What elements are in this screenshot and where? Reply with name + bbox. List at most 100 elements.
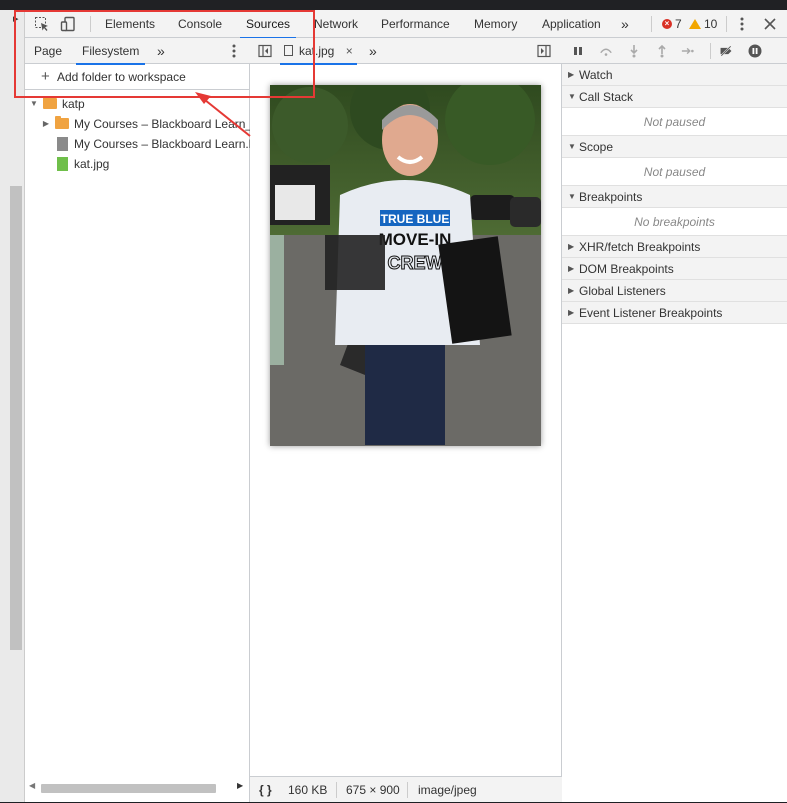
section-xhr-breakpoints[interactable]: ▶ XHR/fetch Breakpoints — [562, 236, 787, 258]
tab-console[interactable]: Console — [178, 10, 222, 38]
pause-on-exceptions-icon[interactable] — [748, 44, 762, 58]
status-separator — [407, 782, 408, 798]
tab-network[interactable]: Network — [314, 10, 358, 38]
navigator-horizontal-scrollbar[interactable]: ◀ ▶ — [25, 778, 250, 798]
tree-item-label: kat.jpg — [74, 157, 110, 171]
expanded-arrow-icon: ▼ — [568, 142, 576, 151]
expanded-arrow-icon: ▼ — [568, 92, 576, 101]
section-title: Watch — [579, 68, 613, 82]
section-global-listeners[interactable]: ▶ Global Listeners — [562, 280, 787, 302]
tab-page[interactable]: Page — [34, 38, 62, 64]
add-folder-label: Add folder to workspace — [57, 70, 186, 84]
toolbar-separator — [726, 16, 727, 32]
page-scrollbar[interactable] — [10, 186, 22, 650]
editor-tab-label: kat.jpg — [299, 44, 335, 58]
folder-icon — [43, 96, 57, 109]
add-folder-button[interactable]: + Add folder to workspace — [25, 64, 250, 90]
warning-icon — [689, 19, 701, 29]
editor-tabs: kat.jpg × » — [250, 38, 562, 65]
cursor-mark: ▸ — [13, 13, 19, 25]
more-tabs-chevron-icon[interactable]: » — [621, 10, 629, 38]
kebab-menu-icon[interactable] — [733, 15, 751, 33]
more-editor-tabs-chevron-icon[interactable]: » — [369, 38, 377, 64]
deactivate-breakpoints-icon[interactable] — [719, 44, 733, 58]
section-call-stack[interactable]: ▼ Call Stack — [562, 86, 787, 108]
status-separator — [336, 782, 337, 798]
tab-performance[interactable]: Performance — [381, 10, 450, 38]
step-into-icon — [627, 44, 641, 58]
shirt-text-line1: TRUE BLUE — [381, 212, 450, 226]
breakpoints-empty: No breakpoints — [562, 208, 787, 236]
image-size: 160 KB — [288, 783, 328, 797]
section-event-listener-breakpoints[interactable]: ▶ Event Listener Breakpoints — [562, 302, 787, 324]
error-counter[interactable]: × 7 — [662, 17, 682, 31]
folder-icon — [55, 116, 69, 129]
step-over-icon — [599, 44, 613, 58]
collapsed-arrow-icon: ▶ — [568, 286, 575, 295]
section-title: Scope — [579, 140, 614, 154]
file-icon — [57, 137, 68, 151]
warning-counter[interactable]: 10 — [689, 17, 717, 31]
navigator-tabs: Page Filesystem » — [25, 38, 250, 65]
error-count: 7 — [675, 17, 682, 31]
section-scope[interactable]: ▼ Scope — [562, 136, 787, 158]
section-title: DOM Breakpoints — [579, 262, 674, 276]
call-stack-empty: Not paused — [562, 108, 787, 136]
inspect-element-icon[interactable] — [33, 15, 51, 33]
section-title: Global Listeners — [579, 284, 666, 298]
main-toolbar: Elements Console Sources Network Perform… — [25, 10, 787, 39]
toolbar-separator — [90, 16, 91, 32]
tab-elements[interactable]: Elements — [105, 10, 155, 38]
tab-filesystem[interactable]: Filesystem — [75, 38, 146, 65]
section-watch[interactable]: ▶ Watch — [562, 64, 787, 86]
step-icon — [681, 44, 695, 58]
collapsed-arrow-icon[interactable]: ▶ — [41, 114, 51, 134]
file-icon — [284, 45, 293, 56]
tab-sources[interactable]: Sources — [239, 10, 297, 39]
collapsed-arrow-icon: ▶ — [568, 264, 575, 273]
section-breakpoints[interactable]: ▼ Breakpoints — [562, 186, 787, 208]
image-file-icon — [57, 157, 68, 171]
debugger-toolbar — [562, 38, 787, 64]
section-title: Event Listener Breakpoints — [579, 306, 723, 320]
tree-item-katp[interactable]: ▼ katp — [25, 94, 250, 114]
plus-icon: + — [41, 68, 50, 85]
close-tab-icon[interactable]: × — [346, 44, 353, 58]
tab-memory[interactable]: Memory — [474, 10, 517, 38]
error-icon: × — [662, 19, 672, 29]
more-navigator-chevron-icon[interactable]: » — [157, 38, 165, 64]
shirt-text-line3: CREW — [388, 253, 443, 273]
expanded-arrow-icon[interactable]: ▼ — [29, 94, 39, 114]
device-toolbar-icon[interactable] — [59, 15, 77, 33]
window-top-strip — [0, 0, 787, 10]
image-dimensions: 675 × 900 — [346, 783, 400, 797]
section-dom-breakpoints[interactable]: ▶ DOM Breakpoints — [562, 258, 787, 280]
scrollbar-thumb[interactable] — [41, 784, 216, 793]
pause-icon[interactable] — [571, 44, 585, 58]
tree-item-kat-jpg[interactable]: kat.jpg — [25, 154, 250, 174]
pretty-print-icon[interactable]: { } — [259, 777, 272, 803]
tree-item-blackboard-files[interactable]: ▶ My Courses – Blackboard Learn_files — [25, 114, 250, 134]
debugger-separator — [710, 43, 711, 59]
scroll-left-icon[interactable]: ◀ — [29, 781, 35, 790]
section-title: Breakpoints — [579, 190, 643, 204]
navigator-pane: Page Filesystem » + Add folder to workspa… — [25, 38, 250, 802]
collapsed-arrow-icon: ▶ — [568, 242, 575, 251]
toggle-navigator-icon[interactable] — [256, 42, 274, 60]
devtools-panel: Elements Console Sources Network Perform… — [25, 10, 787, 802]
debugger-sidebar: ▶ Watch ▼ Call Stack Not paused ▼ Scope Not… — [562, 38, 787, 802]
tree-item-blackboard-html[interactable]: My Courses – Blackboard Learn.html — [25, 134, 250, 154]
editor-tab-kat-jpg[interactable]: kat.jpg × — [280, 38, 357, 65]
scroll-right-icon[interactable]: ▶ — [237, 781, 243, 790]
warning-count: 10 — [704, 17, 718, 31]
close-devtools-icon[interactable] — [761, 15, 779, 33]
scope-empty: Not paused — [562, 158, 787, 186]
toggle-debugger-icon[interactable] — [535, 42, 553, 60]
navigator-menu-icon[interactable] — [225, 42, 243, 60]
tab-application[interactable]: Application — [542, 10, 601, 38]
tree-item-label: My Courses – Blackboard Learn.html — [74, 137, 250, 151]
section-title: Call Stack — [579, 90, 634, 104]
tree-item-label: My Courses – Blackboard Learn_files — [74, 117, 250, 131]
toolbar-separator — [651, 16, 652, 32]
editor-pane: kat.jpg × » TRUE BLUE MOVE-IN CREW {} 1… — [250, 38, 562, 802]
